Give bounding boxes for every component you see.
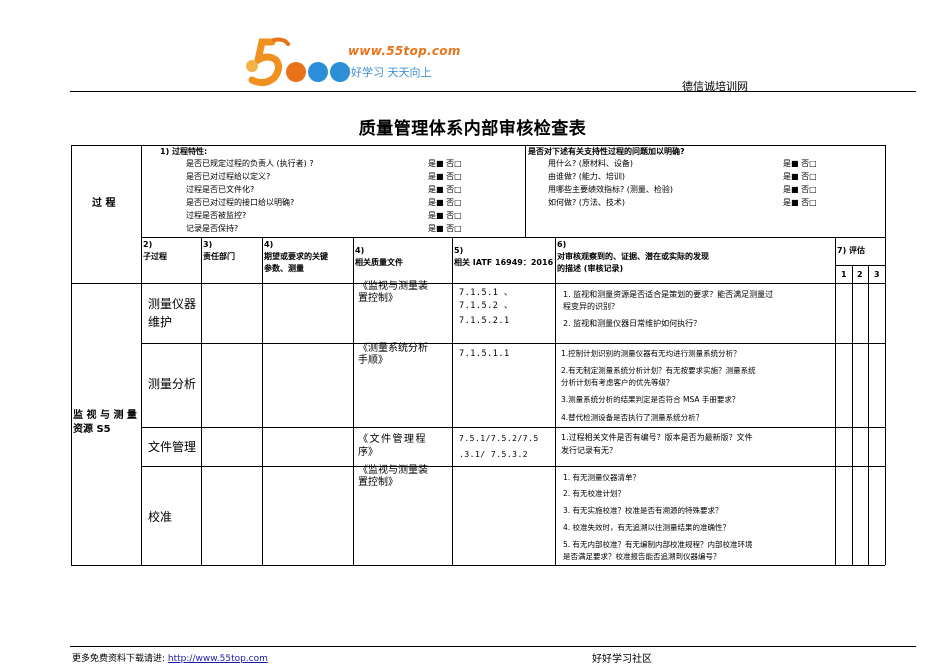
support-question: 如何做? (方法、技术) (548, 198, 626, 207)
support-answer: 是■ 否□ (783, 185, 817, 194)
characteristic-answer: 是■ 否□ (428, 224, 462, 233)
subprocess-name-2: 维护 (148, 315, 173, 329)
iatf-clause: 7.1.5.2 、 (459, 301, 513, 311)
related-doc: 《测量系统分析 (358, 343, 428, 354)
related-doc: 《监视与测量装 (358, 281, 428, 292)
footer-download-text: 更多免费资料下载请进: (72, 654, 166, 664)
logo-url: www.55top.com (348, 44, 461, 58)
finding-line: 4.替代检测设备是否执行了测量系统分析？ (561, 413, 704, 422)
characteristic-question: 记录是否保持? (186, 224, 239, 233)
col-header-docs: 相关质量文件 (355, 258, 403, 267)
finding-line: 程变异的识别？ (563, 302, 619, 311)
col-header-findings-num: 6) (557, 240, 567, 249)
finding-line: 分析计划有考虑客户的优先等级？ (561, 378, 674, 387)
subprocess-name: 文件管理 (148, 440, 197, 454)
col-header-params: 期望或要求的关键 (264, 252, 328, 261)
finding-line: 1. 监视和测量资源是否适合是策划的要求？能否满足测量过 (563, 290, 774, 299)
score-1: 1 (841, 270, 847, 279)
col-header-iatf-num: 5) (454, 246, 464, 255)
subprocess-name: 测量分析 (148, 377, 197, 391)
footer-link[interactable]: http://www.55top.com (168, 654, 268, 664)
characteristic-answer: 是■ 否□ (428, 159, 462, 168)
characteristic-question: 过程是否已文件化? (186, 185, 255, 194)
group-label-2: 资源 S5 (73, 424, 111, 435)
related-doc-2: 置控制》 (358, 293, 398, 304)
characteristic-question: 是否已规定过程的负责人 (执行者) ? (186, 159, 314, 168)
finding-line: 2.有无制定测量系统分析计划？有无按要求实施？测量系统 (561, 366, 756, 375)
iatf-clause: .3.1/ 7.5.3.2 (459, 450, 529, 459)
page-title: 质量管理体系内部审核检查表 (358, 119, 587, 139)
col-header-dept-num: 3) (203, 240, 213, 249)
finding-line: 2. 监视和测量仪器日常维护如何执行？ (563, 319, 702, 328)
subprocess-name: 校准 (148, 510, 173, 524)
score-2: 2 (857, 270, 863, 279)
finding-line: 发行记录有无？ (561, 446, 617, 455)
related-doc-2: 手顺》 (358, 355, 388, 366)
logo-slogan: 好好学习 天天向上 (340, 66, 432, 79)
finding-line: 4. 校准失效时，有无追溯以往测量结果的准确性？ (563, 523, 731, 532)
header-rule (70, 91, 916, 92)
support-question: 由谁做? (能力、培训) (548, 172, 626, 181)
characteristic-answer: 是■ 否□ (428, 172, 462, 181)
iatf-clause: 7.1.5.1 、 (459, 288, 513, 298)
col-header-evaluation: 7) 评估 (837, 246, 866, 255)
characteristic-question: 是否已对过程给以定义? (186, 172, 271, 181)
process-label: 过 程 (92, 198, 116, 209)
iatf-clause: 7.5.1/7.5.2/7.5 (459, 434, 539, 443)
finding-line: 2. 有无校准计划？ (563, 489, 626, 498)
support-answer: 是■ 否□ (783, 159, 817, 168)
col-header-subprocess-num: 2) (143, 240, 153, 249)
support-question: 用什么? (原材料、设备) (548, 159, 634, 168)
support-process-heading: 是否对下述有关支持性过程的问题加以明确? (528, 147, 685, 156)
iatf-clause: 7.1.5.1.1 (459, 349, 510, 359)
related-doc: 《监视与测量装 (358, 465, 428, 476)
col-header-iatf: 相关 IATF 16949：2016 (454, 258, 554, 267)
support-answer: 是■ 否□ (783, 198, 817, 207)
process-characteristics-heading: 1) 过程特性: (160, 147, 208, 156)
col-header-dept: 责任部门 (203, 252, 235, 261)
col-header-params-num: 4) (264, 240, 274, 249)
footer-community: 好好学习社区 (592, 654, 652, 665)
footer-download: 更多免费资料下载请进: http://www.55top.com (72, 651, 268, 664)
logo-top-text (290, 62, 302, 78)
characteristic-question: 过程是否被监控? (186, 211, 247, 220)
col-header-params-2: 参数、测量 (264, 264, 304, 273)
footer-rule (70, 646, 916, 647)
support-question: 用哪些主要绩效指标? (测量、检验) (548, 185, 674, 194)
characteristic-answer: 是■ 否□ (428, 211, 462, 220)
related-doc-2: 置控制》 (358, 477, 398, 488)
characteristic-answer: 是■ 否□ (428, 198, 462, 207)
characteristic-question: 是否已对过程的接口给以明确? (186, 198, 295, 207)
col-header-docs-num: 4) (355, 246, 365, 255)
col-header-subprocess: 子过程 (143, 252, 167, 261)
finding-line: 1. 有无测量仪器清单？ (563, 473, 641, 482)
iatf-clause: 7.1.5.2.1 (459, 316, 510, 326)
col-header-findings-2: 的描述 (审核记录) (557, 264, 624, 273)
col-header-findings: 对审核观察到的、证据、潜在或实际的发现 (557, 252, 709, 261)
subprocess-name: 测量仪器 (148, 297, 197, 311)
related-doc-2: 序》 (358, 447, 378, 458)
finding-line: 3.测量系统分析的结果判定是否符合 MSA 手册要求？ (561, 395, 740, 404)
group-label: 监 视 与 测 量 (73, 410, 137, 421)
finding-line: 1.控制计划识别的测量仪器有无均进行测量系统分析？ (561, 349, 741, 358)
support-answer: 是■ 否□ (783, 172, 817, 181)
finding-line: 3. 有无实施校准？校准是否有溯源的特殊要求？ (563, 506, 723, 515)
characteristic-answer: 是■ 否□ (428, 185, 462, 194)
finding-line: 1.过程相关文件是否有编号？版本是否为最新版？文件 (561, 433, 753, 442)
finding-line: 是否满足要求？校准报告能否追溯到仪器编号？ (563, 552, 721, 561)
finding-line: 5. 有无内部校准？有无编制内部校准规程？内部校准环境 (563, 540, 753, 549)
related-doc: 《文件管理程 (358, 434, 427, 445)
score-3: 3 (874, 270, 880, 279)
